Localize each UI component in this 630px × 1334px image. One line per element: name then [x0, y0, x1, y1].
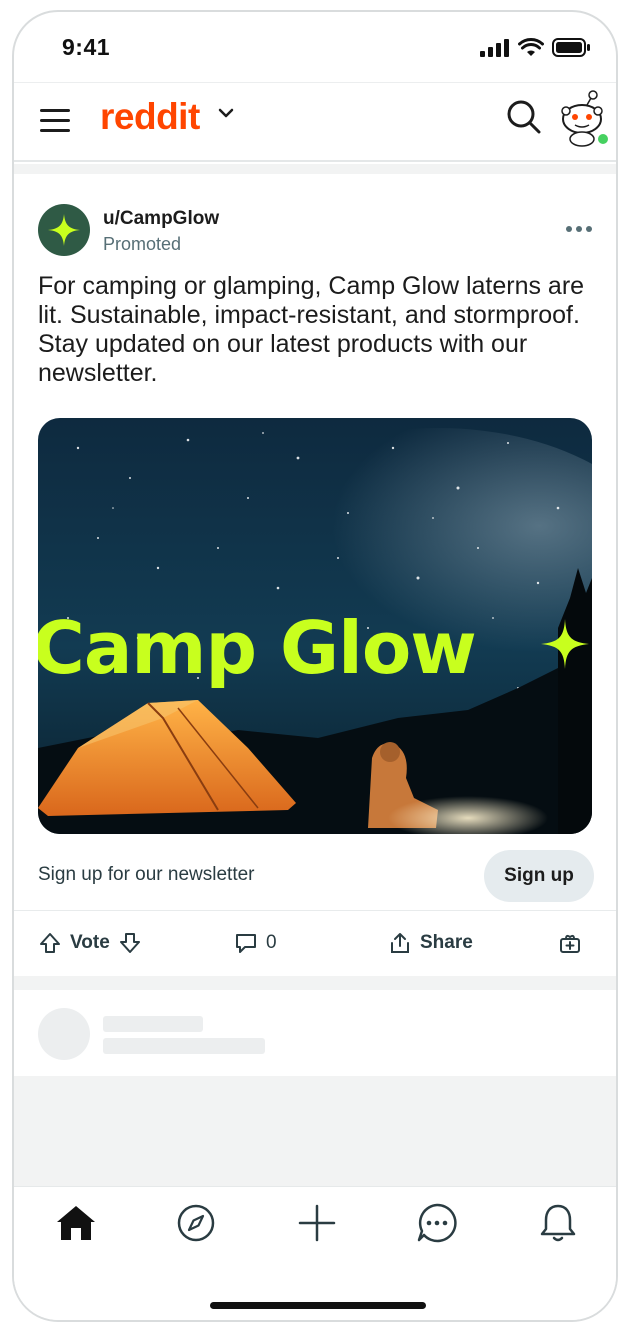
share-label: Share	[420, 932, 473, 953]
skeleton-line	[103, 1016, 203, 1032]
tab-home[interactable]	[52, 1199, 100, 1247]
sparkle-icon	[48, 214, 80, 246]
comments-button[interactable]: 0	[234, 931, 277, 955]
app-header: reddit	[14, 82, 616, 162]
explore-icon	[177, 1204, 215, 1242]
chat-icon	[417, 1203, 457, 1243]
vote-control: Vote	[38, 931, 142, 955]
cta-text: Sign up for our newsletter	[38, 864, 255, 885]
award-button[interactable]	[558, 931, 582, 955]
more-icon[interactable]	[566, 226, 592, 232]
tab-explore[interactable]	[172, 1199, 220, 1247]
home-indicator[interactable]	[210, 1302, 426, 1309]
share-icon	[391, 933, 409, 953]
tab-create[interactable]	[293, 1199, 341, 1247]
create-icon	[298, 1204, 336, 1242]
search-icon[interactable]	[504, 97, 544, 137]
notification-icon	[540, 1204, 576, 1242]
status-icons	[480, 38, 590, 57]
author-avatar[interactable]	[38, 204, 90, 256]
award-icon	[560, 934, 580, 953]
signal-icon	[480, 38, 509, 57]
tab-chat[interactable]	[413, 1199, 461, 1247]
upvote-icon[interactable]	[38, 931, 62, 955]
post-username[interactable]: u/CampGlow	[103, 208, 219, 230]
loading-post-skeleton	[14, 990, 616, 1076]
promoted-label: Promoted	[103, 234, 182, 254]
post-title[interactable]: For camping or glamping, Camp Glow later…	[38, 272, 598, 388]
reddit-logo[interactable]: reddit	[100, 96, 200, 138]
share-button[interactable]: Share	[388, 931, 473, 955]
battery-icon	[552, 38, 590, 57]
skeleton-line	[103, 1038, 265, 1054]
menu-icon[interactable]	[40, 103, 74, 137]
status-bar: 9:41	[14, 12, 616, 82]
downvote-icon[interactable]	[118, 931, 142, 955]
snoo-avatar-icon[interactable]	[558, 89, 612, 147]
sign-up-button[interactable]: Sign up	[484, 850, 594, 902]
chevron-down-icon[interactable]	[218, 107, 234, 119]
cta-row: Sign up for our newsletter Sign up	[38, 850, 594, 902]
phone-frame: 9:41 reddit u/CampGlow Promoted For camp…	[12, 10, 618, 1322]
comment-icon	[236, 934, 256, 953]
status-time: 9:41	[62, 34, 111, 60]
home-icon	[57, 1206, 95, 1240]
post-media[interactable]: Camp Glow	[38, 418, 592, 834]
post-actions: Vote 0 Share	[14, 910, 616, 976]
comment-count: 0	[266, 932, 277, 953]
tab-notifications[interactable]	[534, 1199, 582, 1247]
media-headline: Camp Glow	[38, 606, 477, 690]
sparkle-icon	[541, 619, 589, 669]
wifi-icon	[518, 38, 544, 56]
promoted-post[interactable]: u/CampGlow Promoted For camping or glamp…	[14, 174, 616, 976]
vote-label: Vote	[70, 932, 110, 953]
skeleton-avatar	[38, 1008, 90, 1060]
